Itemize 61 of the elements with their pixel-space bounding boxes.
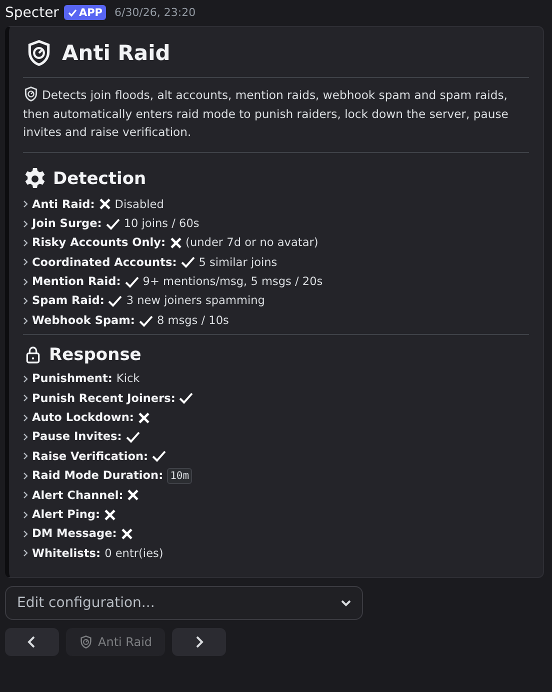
chevron-right-icon bbox=[194, 635, 204, 650]
field-value: 10 joins / 60s bbox=[124, 216, 200, 232]
field-label: Pause Invites: bbox=[32, 429, 122, 446]
field-label: Join Surge: bbox=[32, 216, 102, 232]
field-value: 9+ mentions/msg, 5 msgs / 20s bbox=[142, 274, 323, 290]
chevron-icon bbox=[23, 530, 28, 538]
chevron-icon bbox=[23, 374, 28, 383]
chevron-icon bbox=[23, 452, 28, 460]
field-label: Coordinated Accounts: bbox=[32, 254, 177, 271]
field-label: Whitelists: bbox=[32, 546, 101, 562]
field-label: Raid Mode Duration: bbox=[32, 468, 164, 484]
field-value: 8 msgs / 10s bbox=[156, 312, 229, 329]
app-badge: APP bbox=[64, 5, 106, 20]
field-label: Raise Verification: bbox=[32, 448, 148, 465]
field-label: Auto Lockdown: bbox=[32, 410, 134, 426]
chevron-icon bbox=[23, 278, 28, 286]
checkmark-icon bbox=[68, 8, 77, 16]
chevron-icon bbox=[23, 316, 28, 325]
chevron-icon bbox=[23, 433, 28, 442]
field-label: DM Message: bbox=[32, 526, 117, 542]
field-label: Punish Recent Joiners: bbox=[32, 390, 176, 407]
description: Detects join floods, alt accounts, mention raids, webhook spam and spam raids, then automatically enters raid mode to punish raiders, lock down the server, pause invites and raise verification. bbox=[23, 78, 529, 152]
chevron-icon bbox=[23, 510, 28, 519]
configuration-dropdown[interactable]: Edit configuration... bbox=[5, 586, 363, 620]
field-label: Mention Raid: bbox=[32, 274, 121, 290]
shield-icon bbox=[79, 635, 93, 650]
gear-icon bbox=[23, 166, 47, 190]
chevron-icon bbox=[23, 258, 28, 266]
chevron-icon bbox=[23, 200, 28, 208]
code-value: 10m bbox=[167, 468, 192, 484]
chevron-down-icon bbox=[340, 599, 352, 608]
section-heading: Response bbox=[49, 345, 142, 366]
field-label: Risky Accounts Only: bbox=[32, 235, 166, 252]
field-label: Webhook Spam: bbox=[32, 312, 135, 329]
chevron-icon bbox=[23, 238, 28, 247]
chevron-icon bbox=[23, 220, 28, 228]
chevron-left-icon bbox=[27, 635, 37, 650]
field-label: Anti Raid: bbox=[32, 196, 95, 212]
previous-button[interactable] bbox=[5, 628, 59, 656]
field-value: 3 new joiners spamming bbox=[126, 293, 265, 310]
field-value: 0 entr(ies) bbox=[104, 546, 164, 562]
field-label: Spam Raid: bbox=[32, 293, 104, 310]
timestamp: 6/30/26, 23:20 bbox=[114, 6, 196, 19]
chevron-icon bbox=[23, 394, 28, 402]
field-value: Disabled bbox=[114, 196, 164, 212]
field-value: Kick bbox=[116, 371, 140, 388]
field-value: (under 7d or no avatar) bbox=[186, 235, 318, 252]
shield-icon bbox=[23, 86, 39, 102]
embed-title: Anti Raid bbox=[62, 41, 170, 65]
author-name[interactable]: Specter bbox=[5, 4, 59, 20]
chevron-icon bbox=[23, 297, 28, 306]
field-label: Alert Channel: bbox=[32, 488, 124, 504]
chevron-icon bbox=[23, 472, 28, 480]
next-button[interactable] bbox=[172, 628, 226, 656]
section-heading: Detection bbox=[53, 168, 146, 188]
field-value: 5 similar joins bbox=[198, 254, 278, 271]
field-label: Punishment: bbox=[32, 371, 112, 388]
chevron-icon bbox=[23, 549, 28, 558]
chevron-icon bbox=[23, 491, 28, 500]
field-label: Alert Ping: bbox=[32, 506, 100, 523]
chevron-icon bbox=[23, 414, 28, 422]
